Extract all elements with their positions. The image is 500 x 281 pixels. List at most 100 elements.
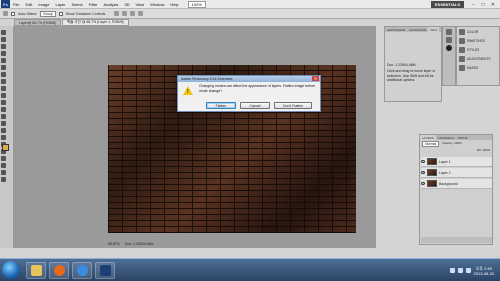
auto-select-dropdown[interactable]: Group [40, 10, 56, 17]
close-window-button[interactable]: ✕ [488, 1, 498, 8]
align-icon[interactable] [122, 11, 128, 16]
stamp-tool-icon[interactable] [1, 86, 6, 91]
history-panel-icon[interactable] [446, 29, 452, 35]
3d-rotate-icon[interactable] [1, 156, 6, 161]
pen-tool-icon[interactable] [1, 128, 6, 133]
crop-tool-icon[interactable] [1, 58, 6, 63]
tab-paths[interactable]: PATHS [456, 135, 470, 140]
eraser-tool-icon[interactable] [1, 100, 6, 105]
taskbar-media-player[interactable] [49, 262, 69, 279]
zoom-tool-icon[interactable] [1, 177, 6, 182]
layer-thumbnail [427, 180, 437, 187]
layer-name: Background [439, 181, 458, 186]
layer-row[interactable]: Layer 1 [421, 157, 492, 167]
visibility-eye-icon[interactable] [421, 160, 425, 163]
fill-field[interactable]: Fill: 100% [420, 148, 492, 152]
dialog-title: Adobe Photoshop CS4 Extended [181, 77, 233, 81]
dialog-message: Changing modes can affect the appearance… [199, 84, 316, 93]
menu-file[interactable]: File [10, 2, 22, 7]
menu-select[interactable]: Select [69, 2, 86, 7]
align-icon[interactable] [114, 11, 120, 16]
visibility-eye-icon[interactable] [421, 171, 425, 174]
photoshop-logo: Ps [1, 0, 10, 8]
dont-flatten-button[interactable]: Don't Flatten [274, 102, 312, 109]
layer-row[interactable]: Background [421, 179, 492, 189]
dock-label: STYLES [467, 47, 480, 52]
info-hint: Click and drag to move layer or selectio… [387, 69, 436, 82]
align-icon[interactable] [130, 11, 136, 16]
start-button[interactable] [2, 261, 20, 279]
taskbar-ie[interactable] [72, 262, 92, 279]
dialog-close-icon[interactable]: ✕ [312, 76, 319, 81]
brush-tool-icon[interactable] [1, 79, 6, 84]
gradient-tool-icon[interactable] [1, 107, 6, 112]
type-tool-icon[interactable] [1, 135, 6, 140]
3d-panel-icon[interactable] [446, 45, 452, 51]
foreground-color-swatch[interactable] [2, 144, 9, 151]
layers-panel-footer [421, 237, 492, 243]
dock-swatches[interactable]: SWATCHES [457, 36, 499, 45]
lasso-tool-icon[interactable] [1, 44, 6, 49]
maximize-button[interactable]: □ [478, 1, 488, 8]
layers-panel: LAYERS CHANNELS PATHS Normal Opacity: 10… [419, 134, 493, 245]
flag-icon[interactable] [465, 268, 471, 273]
hand-tool-icon[interactable] [1, 170, 6, 175]
auto-select-checkbox[interactable] [11, 11, 15, 16]
menu-window[interactable]: Window [147, 2, 167, 7]
zoom-select[interactable]: 100% [187, 0, 206, 8]
browser-icon [76, 265, 88, 276]
tab-layers[interactable]: LAYERS [420, 135, 436, 140]
network-icon[interactable] [449, 268, 455, 273]
layer-name: Layer 2 [439, 170, 451, 175]
marquee-tool-icon[interactable] [1, 37, 6, 42]
tab-document-1[interactable]: Layer@ 66.7% (RGB/8) [14, 19, 62, 26]
volume-icon[interactable] [457, 268, 463, 273]
clock[interactable]: 오후 2:49 2013-06-20 [474, 266, 494, 276]
options-bar: Auto-Select: Group Show Transform Contro… [0, 9, 500, 19]
visibility-eye-icon[interactable] [421, 182, 425, 185]
menu-image[interactable]: Image [35, 2, 52, 7]
tab-navigator[interactable]: NAVIGATOR [407, 27, 428, 32]
opacity-field[interactable]: Opacity: 100% [442, 141, 462, 147]
show-transform-checkbox[interactable] [58, 11, 63, 16]
adjustments-panel-icon [459, 55, 465, 62]
dock-styles[interactable]: STYLES [457, 45, 499, 54]
blur-tool-icon[interactable] [1, 114, 6, 119]
layer-row[interactable]: Layer 2 [421, 168, 492, 178]
tab-document-2[interactable]: 벽돌 사진 @ 66.7% (Layer 1, RGB/8) [62, 19, 129, 26]
blend-mode-select[interactable]: Normal [422, 141, 440, 147]
menu-filter[interactable]: Filter [86, 2, 101, 7]
minimize-button[interactable]: – [468, 1, 478, 8]
cancel-button[interactable]: Cancel [240, 102, 270, 109]
history-brush-icon[interactable] [1, 93, 6, 98]
auto-select-label: Auto-Select: [18, 11, 38, 16]
healing-tool-icon[interactable] [1, 72, 6, 77]
dock-color[interactable]: COLOR [457, 27, 499, 36]
distribute-icon[interactable] [138, 11, 144, 16]
actions-panel-icon[interactable] [446, 37, 452, 43]
menu-edit[interactable]: Edit [22, 2, 35, 7]
workspace-switcher[interactable]: ESSENTIALS [430, 1, 464, 8]
taskbar-explorer[interactable] [26, 262, 46, 279]
tab-info[interactable]: INFO [428, 27, 440, 32]
swatches-panel-icon [459, 37, 465, 44]
move-tool-icon[interactable] [1, 30, 6, 35]
eyedropper-tool-icon[interactable] [1, 65, 6, 70]
taskbar-photoshop[interactable] [95, 262, 115, 279]
menu-view[interactable]: View [133, 2, 148, 7]
tab-channels[interactable]: CHANNELS [436, 135, 456, 140]
layer-thumbnail [427, 169, 437, 176]
magic-wand-tool-icon[interactable] [1, 51, 6, 56]
dodge-tool-icon[interactable] [1, 121, 6, 126]
tab-histogram[interactable]: HISTOGRAM [385, 27, 407, 32]
dock-adjustments[interactable]: ADJUSTMENTS [457, 54, 499, 63]
menu-layer[interactable]: Layer [52, 2, 68, 7]
dock-masks[interactable]: MASKS [457, 63, 499, 72]
menu-help[interactable]: Help [167, 2, 181, 7]
flatten-button[interactable]: Flatten [206, 102, 236, 109]
menu-analysis[interactable]: Analysis [101, 2, 122, 7]
menu-3d[interactable]: 3D [121, 2, 132, 7]
photoshop-icon [99, 265, 111, 276]
status-doc-size: Doc: 1.22M/4.46M [124, 242, 154, 246]
3d-orbit-icon[interactable] [1, 163, 6, 168]
